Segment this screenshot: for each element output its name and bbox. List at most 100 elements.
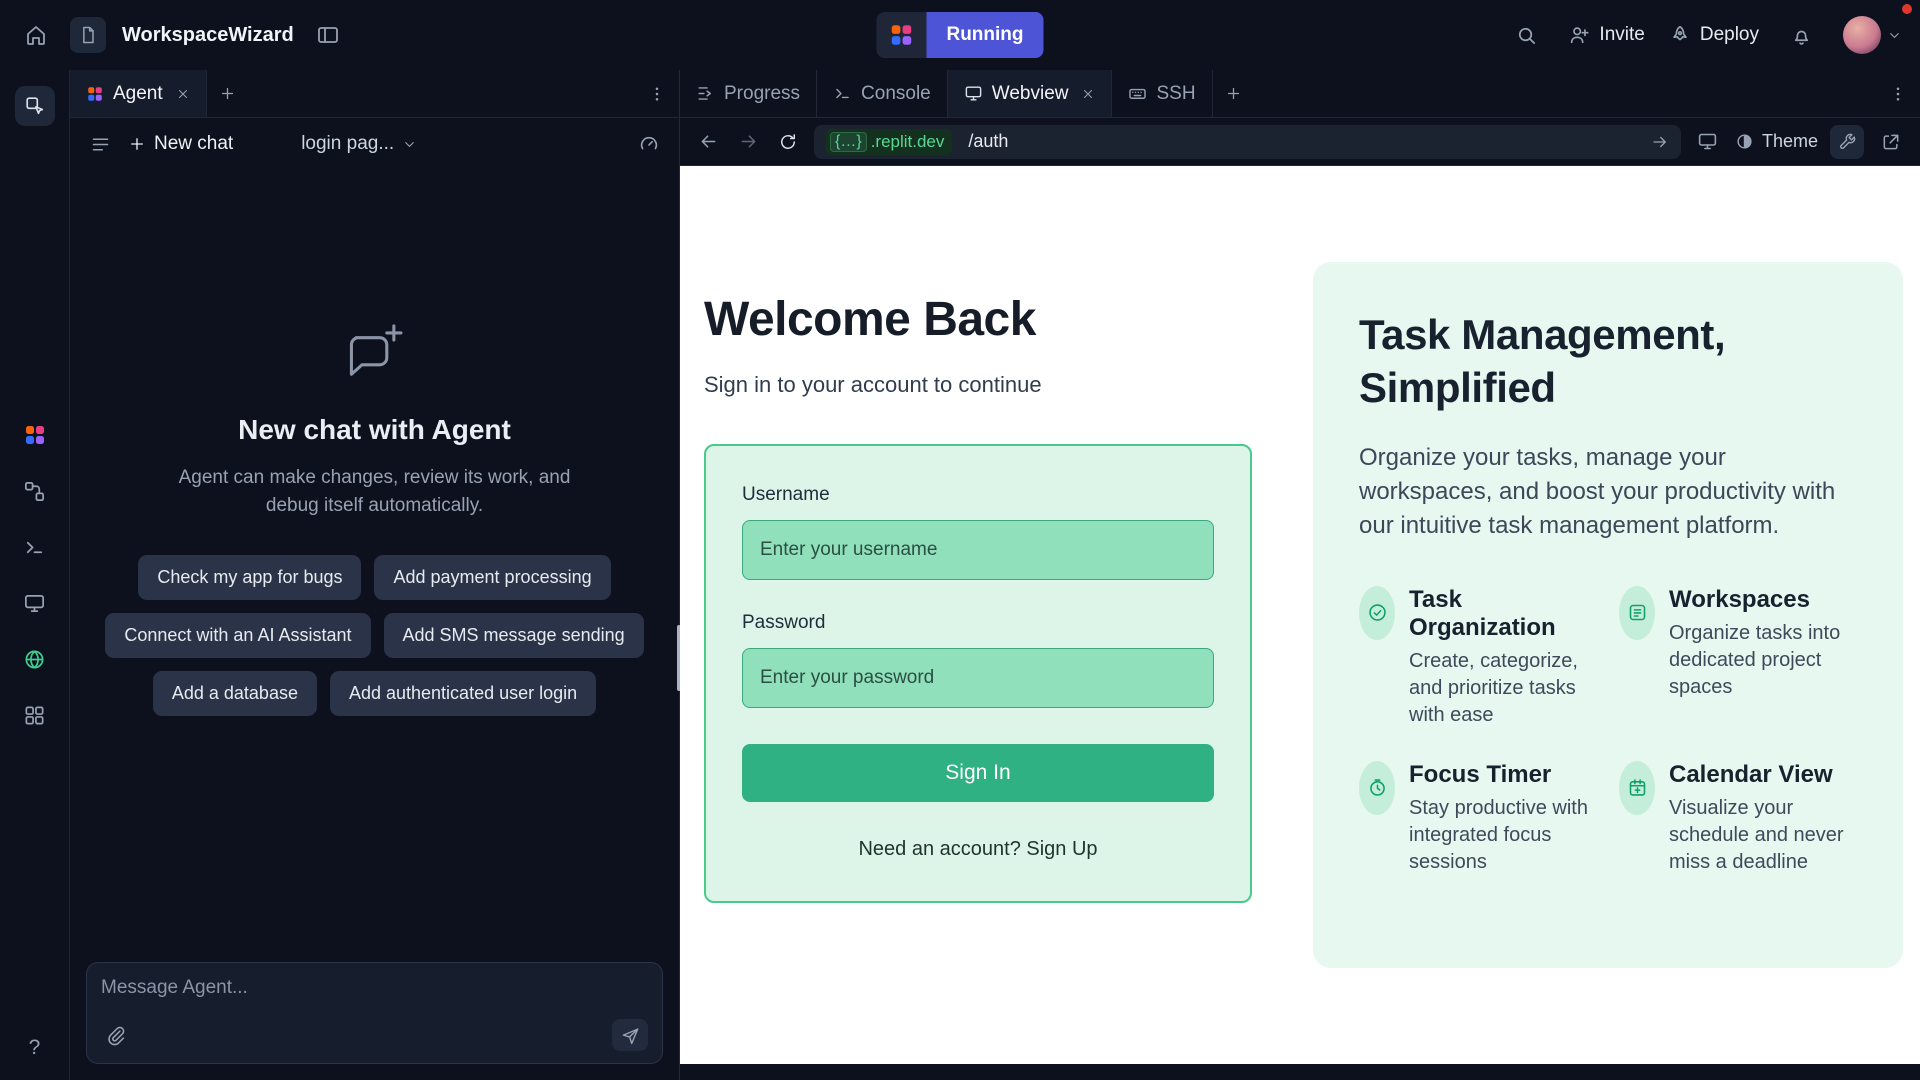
tab-ssh[interactable]: SSH — [1112, 70, 1212, 117]
shell-rail-button[interactable] — [22, 534, 48, 560]
console-icon — [833, 84, 852, 103]
login-form-card: Username Password Sign In Need an accoun… — [704, 444, 1252, 903]
suggestion-chip[interactable]: Add SMS message sending — [384, 613, 644, 658]
tab-console-label: Console — [861, 83, 931, 105]
feature-title: Calendar View — [1669, 761, 1857, 789]
help-button[interactable]: ? — [29, 1036, 41, 1060]
chat-selector-value: login pag... — [301, 133, 394, 155]
rocket-icon — [1669, 24, 1691, 46]
invite-button[interactable]: Invite — [1568, 24, 1644, 46]
feature-text: Calendar View Visualize your schedule an… — [1669, 761, 1857, 876]
layout-icon — [316, 23, 340, 47]
deploy-label: Deploy — [1700, 24, 1759, 46]
networking-rail-button[interactable] — [22, 646, 48, 672]
agent-tabbar: Agent — [70, 70, 679, 118]
arrow-left-icon — [698, 131, 719, 152]
close-icon[interactable] — [1081, 87, 1095, 101]
promo-card: Task Management, Simplified Organize you… — [1313, 262, 1903, 968]
feature-icon-pill — [1619, 761, 1655, 815]
tab-webview-label: Webview — [992, 83, 1069, 105]
left-rail: ? — [0, 70, 70, 1080]
tab-console[interactable]: Console — [817, 70, 948, 117]
sign-in-button[interactable]: Sign In — [742, 744, 1214, 802]
url-host: .replit.dev — [871, 132, 945, 152]
layout-toggle-button[interactable] — [310, 17, 346, 53]
back-button[interactable] — [694, 128, 722, 156]
search-icon — [1515, 24, 1538, 47]
agent-rail-button[interactable] — [22, 422, 48, 448]
home-button[interactable] — [18, 17, 54, 53]
new-chat-button[interactable]: New chat — [128, 133, 233, 155]
account-menu-button[interactable] — [1843, 16, 1902, 54]
open-external-button[interactable] — [1876, 127, 1906, 157]
deploy-button[interactable]: Deploy — [1669, 24, 1759, 46]
select-pointer-icon — [24, 95, 46, 117]
suggestion-chip[interactable]: Add a database — [153, 671, 317, 716]
tab-progress[interactable]: Progress — [680, 70, 817, 117]
feature-description: Organize tasks into dedicated project sp… — [1669, 620, 1857, 701]
suggestion-chip[interactable]: Connect with an AI Assistant — [105, 613, 370, 658]
message-composer — [86, 962, 663, 1064]
replit-logo-box — [876, 12, 926, 58]
settings-wrench-button[interactable] — [1830, 125, 1864, 159]
agent-panel-menu-button[interactable] — [635, 85, 679, 103]
username-field[interactable] — [742, 520, 1214, 580]
bell-icon — [1790, 24, 1813, 47]
tab-webview[interactable]: Webview — [948, 70, 1113, 117]
suggestion-chip[interactable]: Check my app for bugs — [138, 555, 361, 600]
all-tools-rail-button[interactable] — [22, 702, 48, 728]
main-panel-menu-button[interactable] — [1876, 85, 1920, 103]
new-pane-button[interactable] — [1213, 70, 1255, 117]
grid-icon — [23, 704, 46, 727]
replit-agent-logo-icon — [888, 22, 914, 48]
chat-selector[interactable]: login pag... — [301, 133, 417, 155]
url-bar[interactable]: {…} .replit.dev /auth — [814, 125, 1681, 159]
close-icon[interactable] — [176, 87, 190, 101]
notifications-button[interactable] — [1783, 17, 1819, 53]
new-tab-button[interactable] — [207, 70, 249, 117]
feature-text: Task Organization Create, categorize, an… — [1409, 586, 1597, 729]
chat-list-button[interactable] — [86, 130, 114, 158]
feature-text: Workspaces Organize tasks into dedicated… — [1669, 586, 1857, 701]
chip-row: Connect with an AI Assistant Add SMS mes… — [105, 613, 643, 658]
sign-up-link[interactable]: Need an account? Sign Up — [742, 838, 1214, 861]
send-button[interactable] — [612, 1019, 648, 1051]
url-host-box: {…} — [830, 132, 867, 152]
workspace-window: WorkspaceWizard Running In — [0, 0, 1920, 1080]
usage-gauge-button[interactable] — [635, 130, 663, 158]
feature-icon-pill — [1619, 586, 1655, 640]
suggestion-chip[interactable]: Add authenticated user login — [330, 671, 596, 716]
wrench-icon — [1838, 132, 1857, 151]
arrow-right-icon — [738, 131, 759, 152]
feature-description: Visualize your schedule and never miss a… — [1669, 795, 1857, 876]
window-bottom-edge — [680, 1064, 1920, 1080]
message-input[interactable] — [101, 977, 648, 999]
select-tool-button[interactable] — [15, 86, 55, 126]
theme-button[interactable]: Theme — [1735, 131, 1818, 152]
timer-icon — [1367, 777, 1388, 798]
forward-button[interactable] — [734, 128, 762, 156]
run-status[interactable]: Running — [876, 12, 1043, 58]
reload-button[interactable] — [774, 128, 802, 156]
recording-indicator — [1902, 4, 1912, 14]
search-button[interactable] — [1508, 17, 1544, 53]
webview-rail-button[interactable] — [22, 590, 48, 616]
workflows-rail-button[interactable] — [22, 478, 48, 504]
kebab-menu-icon — [648, 85, 666, 103]
tab-agent[interactable]: Agent — [70, 70, 207, 117]
feature-grid: Task Organization Create, categorize, an… — [1359, 586, 1857, 876]
attach-button[interactable] — [101, 1021, 129, 1049]
main-panel: Progress Console Webview SSH — [680, 70, 1920, 1080]
url-go-button[interactable] — [1651, 133, 1669, 151]
promo-title: Task Management, Simplified — [1359, 308, 1857, 415]
main-tabbar: Progress Console Webview SSH — [680, 70, 1920, 118]
password-field[interactable] — [742, 648, 1214, 708]
user-plus-icon — [1568, 24, 1590, 46]
suggestion-chip[interactable]: Add payment processing — [374, 555, 610, 600]
devtools-button[interactable] — [1693, 127, 1723, 157]
feature-title: Task Organization — [1409, 586, 1597, 642]
webview-content: Welcome Back Sign in to your account to … — [680, 166, 1920, 1064]
agent-empty-state: New chat with Agent Agent can make chang… — [70, 170, 679, 962]
feature-title: Workspaces — [1669, 586, 1857, 614]
chip-row: Add a database Add authenticated user lo… — [105, 671, 643, 716]
